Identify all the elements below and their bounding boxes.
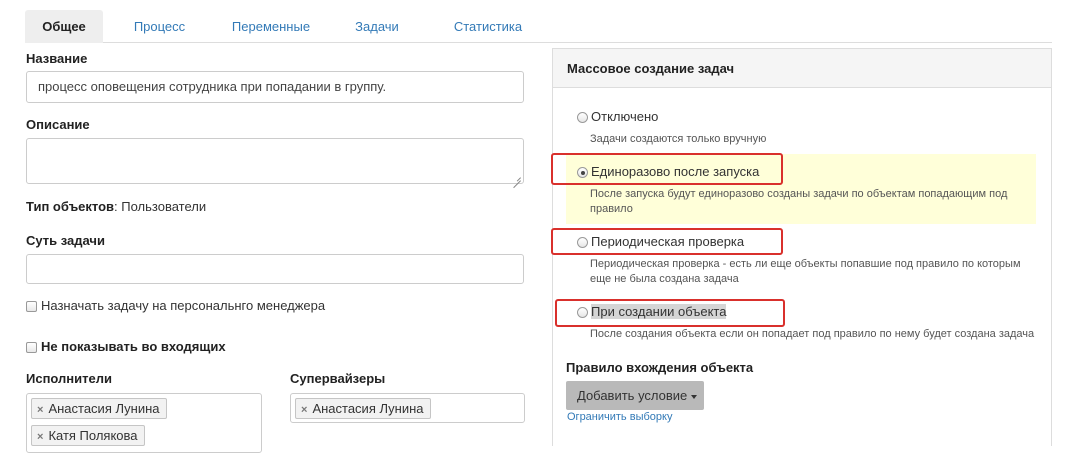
description-textarea[interactable] — [26, 138, 524, 184]
limit-selection-link[interactable]: Ограничить выборку — [567, 411, 672, 423]
option-hint-once-after-start: После запуска будут единоразово созданы … — [590, 188, 1008, 215]
object-type-label: Тип объектов — [26, 199, 115, 214]
option-hint-on-object-create: После создания объекта если он попадает … — [590, 328, 1035, 340]
caret-down-icon — [691, 394, 698, 399]
supervisors-select[interactable]: × Анастасия Лунина — [290, 393, 525, 423]
executors-label: Исполнители — [26, 371, 112, 386]
executor-tag: × Катя Полякова — [31, 425, 145, 446]
remove-tag-icon[interactable]: × — [37, 431, 43, 443]
hide-inbox-checkbox[interactable] — [26, 342, 37, 353]
description-label: Описание — [26, 117, 90, 132]
rule-label: Правило вхождения объекта — [566, 360, 754, 375]
annotation-box — [555, 299, 785, 327]
annotation-box — [551, 228, 783, 255]
panel-title: Массовое создание задач — [553, 49, 1051, 88]
tab-process[interactable]: Процесс — [122, 10, 197, 43]
object-type: Тип объектов: Пользователи — [26, 199, 206, 214]
task-essence-input[interactable] — [26, 254, 524, 284]
object-type-value: : Пользователи — [114, 199, 207, 214]
remove-tag-icon[interactable]: × — [37, 404, 43, 416]
assign-manager-label: Назначать задачу на персональнго менедже… — [41, 298, 326, 313]
task-essence-label: Суть задачи — [26, 233, 105, 248]
option-label-disabled: Отключено — [591, 109, 659, 124]
radio-disabled[interactable] — [577, 112, 588, 123]
tab-statistics[interactable]: Статистика — [438, 10, 538, 43]
resize-handle-icon[interactable] — [513, 173, 521, 181]
option-hint-periodic-check: Периодическая проверка - есть ли еще объ… — [590, 258, 1021, 285]
name-input[interactable]: процесс оповещения сотрудника при попада… — [26, 71, 524, 103]
supervisor-tag: × Анастасия Лунина — [295, 398, 431, 419]
tab-bar: Общее Процесс Переменные Задачи Статисти… — [25, 10, 1052, 43]
executor-tag: × Анастасия Лунина — [31, 398, 167, 419]
add-condition-button[interactable]: Добавить условие — [566, 381, 704, 410]
tab-variables[interactable]: Переменные — [221, 10, 321, 43]
hide-inbox-label: Не показывать во входящих — [41, 339, 226, 354]
supervisors-label: Супервайзеры — [290, 371, 386, 386]
name-label: Название — [26, 51, 88, 66]
option-hint-disabled: Задачи создаются только вручную — [590, 133, 767, 145]
tab-general[interactable]: Общее — [25, 10, 103, 43]
tab-tasks[interactable]: Задачи — [347, 10, 407, 43]
annotation-box — [551, 153, 783, 185]
assign-manager-checkbox[interactable] — [26, 301, 37, 312]
executors-select[interactable]: × Анастасия Лунина × Катя Полякова — [26, 393, 262, 453]
remove-tag-icon[interactable]: × — [301, 404, 307, 416]
